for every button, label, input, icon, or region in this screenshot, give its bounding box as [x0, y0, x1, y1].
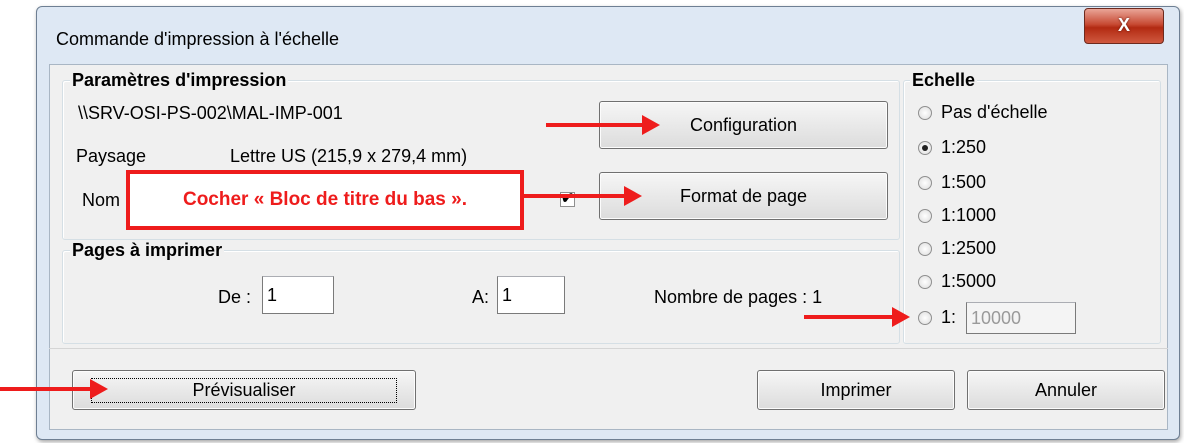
scale-option-radio[interactable]	[918, 106, 932, 120]
print-params-legend: Paramètres d'impression	[70, 70, 289, 91]
scale-option-radio[interactable]	[918, 242, 932, 256]
scale-option-radio[interactable]	[918, 275, 932, 289]
scale-option-label: 1:2500	[941, 238, 997, 258]
annotation-arrowhead-scale	[892, 307, 910, 327]
scale-option-label: Pas d'échelle	[941, 102, 1048, 122]
scale-option-radio[interactable]	[918, 176, 932, 190]
scale-option-label: 1:5000	[941, 271, 997, 291]
scale-custom-prefix: 1:	[941, 307, 957, 327]
print-button[interactable]: Imprimer	[757, 370, 955, 410]
scale-option-label: 1:1000	[941, 205, 997, 225]
to-page-input[interactable]	[497, 276, 565, 314]
scale-option-custom-radio[interactable]	[918, 311, 932, 325]
annotation-arrowhead-format	[624, 186, 642, 206]
pages-legend: Pages à imprimer	[70, 240, 225, 261]
orientation-label: Paysage	[76, 146, 147, 166]
scale-option-radio[interactable]	[918, 209, 932, 223]
dialog-title: Commande d'impression à l'échelle	[56, 29, 340, 49]
page-count-label: Nombre de pages : 1	[654, 287, 823, 307]
annotation-arrowhead-preview	[90, 379, 108, 399]
from-page-input[interactable]	[262, 276, 334, 314]
scale-legend: Echelle	[910, 70, 978, 91]
scale-option-label: 1:500	[941, 172, 987, 192]
footer-divider	[49, 348, 1168, 349]
printer-name: \\SRV-OSI-PS-002\MAL-IMP-001	[78, 103, 343, 123]
annotation-arrow-format	[524, 194, 628, 198]
from-label: De :	[218, 287, 252, 307]
scale-option-label: 1:250	[941, 137, 987, 157]
name-label: Nom	[82, 190, 121, 210]
close-button[interactable]: X	[1084, 8, 1164, 44]
scale-custom-input[interactable]	[966, 302, 1076, 334]
preview-button-label: Prévisualiser	[91, 377, 397, 403]
annotation-callout: Cocher « Bloc de titre du bas ».	[126, 170, 524, 230]
annotation-arrow-configuration	[546, 123, 646, 127]
page-format-button[interactable]: Format de page	[599, 172, 888, 220]
cancel-button[interactable]: Annuler	[967, 370, 1165, 410]
annotation-arrow-preview	[0, 387, 92, 391]
preview-button[interactable]: Prévisualiser	[72, 370, 416, 410]
to-label: A:	[472, 287, 490, 307]
annotation-arrow-scale	[804, 315, 896, 319]
scale-option-radio[interactable]	[918, 141, 932, 155]
annotation-arrowhead-configuration	[642, 115, 660, 135]
paper-size-label: Lettre US (215,9 x 279,4 mm)	[230, 146, 468, 166]
